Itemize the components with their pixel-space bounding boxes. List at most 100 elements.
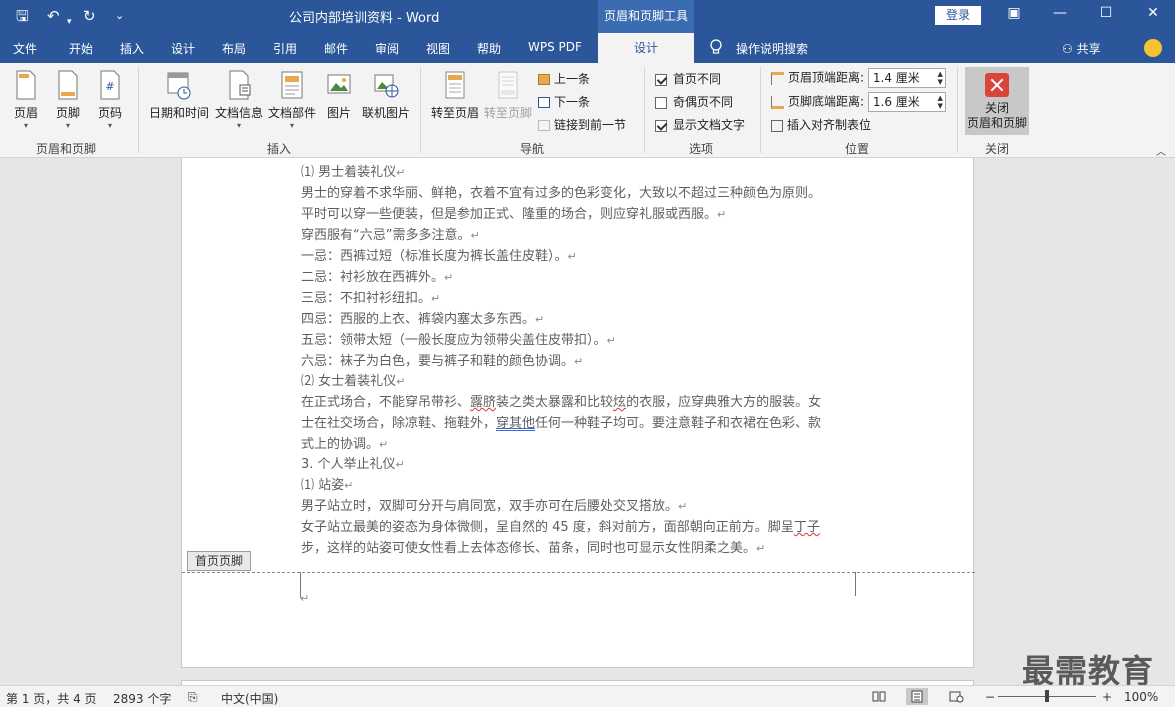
go-to-header-button[interactable]: 转至页眉 [429, 69, 481, 121]
spin-arrows-icon[interactable]: ▲ ▼ [937, 94, 942, 110]
header-button[interactable]: 页眉 ▾ [11, 69, 41, 131]
vertical-scrollbar[interactable] [1158, 158, 1175, 685]
group-separator [420, 67, 421, 153]
checkbox-unchecked-icon [655, 96, 667, 109]
web-layout-icon[interactable] [945, 688, 967, 705]
doc-line: 在正式场合，不能穿吊带衫、露脐装之类太暴露和比较炫的衣服，应穿典雅大方的服装。女 [301, 395, 822, 410]
footer-button[interactable]: 页脚 ▾ [53, 69, 83, 131]
footer-bottom-distance-row: 页脚底端距离: 1.6 厘米 ▲ ▼ [771, 92, 946, 112]
footer-paragraph-mark[interactable]: ↵ [300, 592, 309, 605]
document-page[interactable]: ⑴ 男士着装礼仪↵ 男士的穿着不求华丽、鲜艳，衣着不宜有过多的色彩变化，大致以不… [181, 158, 975, 668]
footer-bottom-distance-value: 1.6 厘米 [872, 95, 920, 109]
undo-dropdown-icon[interactable]: ▾ [67, 12, 72, 32]
picture-button[interactable]: 图片 [325, 69, 353, 121]
menu-help[interactable]: 帮助 [477, 40, 501, 57]
zoom-level[interactable]: 100% [1124, 690, 1158, 704]
show-document-text-checkbox[interactable]: 显示文档文字 [655, 116, 745, 133]
group-separator [760, 67, 761, 153]
footer-position-icon [771, 95, 784, 109]
read-mode-icon[interactable] [868, 688, 890, 705]
maximize-icon[interactable]: ☐ [1096, 5, 1116, 21]
different-odd-even-checkbox[interactable]: 奇偶页不同 [655, 93, 733, 110]
spin-arrows-icon[interactable]: ▲ ▼ [937, 70, 942, 86]
different-first-page-checkbox[interactable]: 首页不同 [655, 70, 721, 87]
spelling-error[interactable]: 炫 [613, 395, 626, 410]
zoom-slider-thumb[interactable] [1045, 690, 1049, 702]
minimize-icon[interactable]: — [1050, 5, 1070, 21]
menu-references[interactable]: 引用 [273, 40, 297, 57]
collapse-ribbon-icon[interactable]: ︿ [1156, 143, 1166, 158]
share-button[interactable]: ⚇ 共享 [1062, 40, 1101, 57]
menu-mailings[interactable]: 邮件 [324, 40, 348, 57]
menu-view[interactable]: 视图 [426, 40, 450, 57]
context-tab-header-footer-tools: 页眉和页脚工具 [598, 0, 694, 33]
spelling-error[interactable]: 丁子 [794, 520, 820, 535]
next-icon [538, 97, 550, 108]
language-indicator[interactable]: 中文(中国) [221, 690, 278, 707]
quick-parts-button[interactable]: 文档部件 ▾ [266, 69, 318, 131]
menu-insert[interactable]: 插入 [120, 40, 144, 57]
quick-parts-icon [281, 71, 303, 99]
doc-line: 男子站立时，双脚可分开与肩同宽，双手亦可在后腰处交叉搭放。↵ [301, 499, 688, 514]
tell-me-search[interactable]: 操作说明搜索 [736, 40, 808, 57]
spelling-error[interactable]: 露脐 [470, 395, 496, 410]
previous-label: 上一条 [554, 72, 591, 86]
online-pictures-button[interactable]: 联机图片 [360, 69, 412, 121]
footer-bottom-distance-spinner[interactable]: 1.6 厘米 ▲ ▼ [867, 92, 946, 112]
picture-icon [327, 74, 351, 94]
close-header-footer-button[interactable]: 关闭 页眉和页脚 [965, 67, 1029, 135]
show-document-text-label: 显示文档文字 [673, 118, 746, 132]
date-time-button[interactable]: 日期和时间 [147, 69, 211, 121]
group-separator [957, 67, 958, 153]
zoom-out-button[interactable]: − [985, 690, 995, 704]
menu-wps-pdf[interactable]: WPS PDF [528, 40, 582, 54]
close-window-icon[interactable]: ✕ [1143, 5, 1163, 21]
login-button[interactable]: 登录 [935, 6, 981, 25]
grammar-suggestion[interactable]: 穿其他 [496, 416, 535, 431]
next-section-button[interactable]: 下一条 [538, 93, 590, 110]
link-to-previous-button[interactable]: 链接到前一节 [538, 116, 626, 133]
undo-icon[interactable]: ↶ [47, 6, 60, 26]
insert-alignment-tab-label: 插入对齐制表位 [787, 118, 872, 132]
menu-review[interactable]: 审阅 [375, 40, 399, 57]
proofing-icon[interactable]: ⎘ [188, 690, 198, 705]
doc-line: ⑴ 男士着装礼仪↵ [301, 165, 406, 180]
zoom-in-button[interactable]: + [1102, 690, 1112, 704]
document-info-label: 文档信息 [214, 106, 263, 120]
menu-bar: 文件 开始 插入 设计 布局 引用 邮件 审阅 视图 帮助 WPS PDF 设计… [0, 33, 1175, 63]
save-icon[interactable]: 🖫 [16, 6, 29, 26]
doc-line: 步，这样的站姿可使女性看上去体态修长、苗条，同时也可显示女性阴柔之美。↵ [301, 541, 766, 556]
doc-line: 二忌：衬衫放在西裤外。↵ [301, 270, 454, 285]
header-top-distance-row: 页眉顶端距离: 1.4 厘米 ▲ ▼ [771, 68, 946, 88]
calendar-clock-icon [167, 72, 191, 100]
menu-file[interactable]: 文件 [13, 40, 37, 57]
previous-section-button[interactable]: 上一条 [538, 70, 590, 87]
menu-design[interactable]: 设计 [171, 40, 195, 57]
ribbon-display-options-icon[interactable]: ▣ [1004, 5, 1024, 21]
customize-quick-access-icon[interactable]: ⌄ [115, 6, 124, 26]
document-info-icon [229, 70, 251, 100]
doc-line: 四忌：西服的上衣、裤袋内塞太多东西。↵ [301, 312, 545, 327]
page-number-icon: # [100, 70, 120, 100]
go-to-footer-button[interactable]: 转至页脚 [482, 69, 534, 121]
doc-line: 五忌：领带太短（一般长度应为领带尖盖住皮带扣）。↵ [301, 333, 616, 348]
print-layout-icon[interactable] [906, 688, 928, 705]
feedback-smiley-icon[interactable] [1144, 39, 1162, 57]
menu-home[interactable]: 开始 [69, 40, 93, 57]
page-number-button[interactable]: # 页码 ▾ [95, 69, 125, 131]
header-top-distance-spinner[interactable]: 1.4 厘米 ▲ ▼ [867, 68, 946, 88]
chevron-down-icon: ▾ [23, 121, 28, 130]
redo-icon[interactable]: ↻ [83, 6, 96, 26]
doc-line: 女子站立最美的姿态为身体微侧，呈自然的 45 度，斜对前方，面部朝向正前方。脚呈… [301, 520, 820, 535]
header-top-distance-value: 1.4 厘米 [872, 71, 920, 85]
doc-line: 平时可以穿一些便装，但是参加正式、隆重的场合，则应穿礼服或西服。↵ [301, 207, 727, 222]
insert-alignment-tab-button[interactable]: 插入对齐制表位 [771, 116, 871, 133]
alignment-tab-icon [771, 119, 783, 132]
document-info-button[interactable]: 文档信息 ▾ [213, 69, 265, 131]
tab-header-footer-design[interactable]: 设计 [598, 33, 694, 63]
doc-line: 3. 个人举止礼仪↵ [301, 457, 405, 472]
word-count[interactable]: 2893 个字 [113, 690, 171, 707]
page-count[interactable]: 第 1 页，共 4 页 [6, 690, 97, 707]
close-red-x-icon [985, 73, 1009, 97]
menu-layout[interactable]: 布局 [222, 40, 246, 57]
